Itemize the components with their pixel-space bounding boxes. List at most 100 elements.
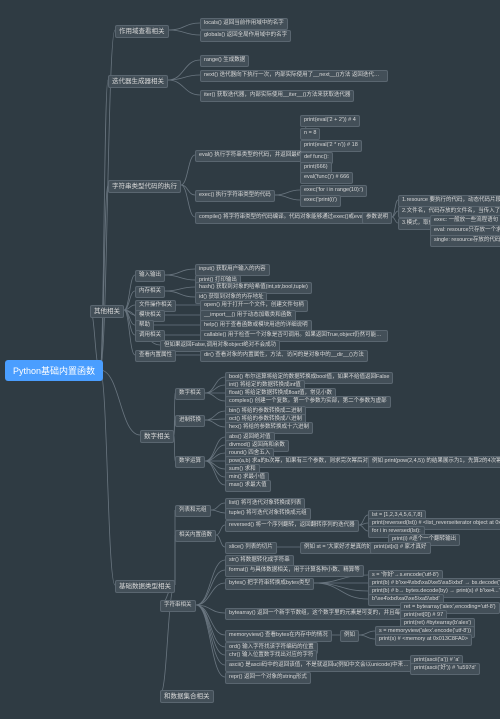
edge: [205, 461, 225, 485]
mindmap-node[interactable]: range() 生成数据: [200, 55, 249, 67]
edge: [205, 377, 225, 393]
edge: [205, 445, 225, 461]
mindmap-node[interactable]: reversed() 将一个序列翻转，返回翻转序列的迭代器: [225, 520, 359, 532]
mindmap-node[interactable]: slice() 列表的切片: [225, 542, 277, 554]
mindmap-node[interactable]: repr() 返回一个对象的string形式: [225, 672, 311, 684]
edge: [165, 269, 195, 275]
mindmap-node[interactable]: next() 迭代器向下执行一次，内部实际使用了__next__()方法 返回迭…: [200, 70, 388, 82]
mindmap-node[interactable]: 进制转换: [175, 415, 205, 427]
edge: [359, 523, 368, 525]
edge: [359, 635, 375, 639]
edge: [181, 185, 195, 217]
mindmap-node[interactable]: print(ascii('好')) # '\u597d': [410, 663, 480, 675]
edge: [216, 525, 225, 535]
mindmap-node[interactable]: print(eval('2 + 2')) # 4: [300, 115, 360, 127]
mindmap-node[interactable]: 基础数据类型相关: [115, 580, 175, 593]
mindmap-node[interactable]: compile() 将字符串类型的代码编译。代码对象能够通过exec()或eva…: [195, 212, 383, 224]
mindmap-node[interactable]: 例如 print(pow(2,4,5)) 的结果展示为1，先算2的4次幂16，再…: [368, 456, 500, 468]
mindmap-node[interactable]: max() 求最大值: [225, 480, 271, 492]
mindmap-node[interactable]: 内存相关: [135, 286, 165, 298]
edge: [196, 605, 225, 635]
mindmap-node[interactable]: 和数据集合相关: [160, 690, 214, 703]
edge: [196, 605, 225, 647]
edge: [196, 605, 225, 655]
edge: [124, 305, 135, 310]
edge: [100, 370, 140, 435]
edge: [205, 419, 225, 420]
mindmap-node[interactable]: 迭代器生成器相关: [108, 75, 168, 88]
edge: [205, 393, 225, 401]
mindmap-node[interactable]: print(s) # <memory at 0x013C8FA0>: [375, 634, 472, 646]
mindmap-node[interactable]: 参数说明: [362, 212, 392, 224]
mindmap-node[interactable]: memoryview() 查看bytes在内存中的情况: [225, 630, 332, 642]
mindmap-node[interactable]: eval() 执行字符串类型的代码，并返回最终结果: [195, 150, 317, 162]
edge: [314, 583, 368, 591]
edge: [196, 605, 225, 665]
mindmap-node[interactable]: 列表和元组: [175, 505, 211, 517]
mindmap-node[interactable]: bytearray() 返回一个新字节数组，这个数字里的元素是可变的，并且每个元…: [225, 608, 413, 620]
edge: [124, 310, 135, 355]
mindmap-node[interactable]: exec('print(i)'): [300, 195, 341, 207]
edge: [275, 195, 300, 200]
mindmap-node[interactable]: input() 获取用户输入的内容: [195, 264, 270, 276]
edge: [169, 23, 200, 30]
edge: [216, 535, 225, 547]
mindmap-node[interactable]: 数字相关: [140, 430, 174, 443]
edge: [205, 461, 225, 477]
edge: [196, 605, 225, 613]
mindmap-node[interactable]: 数字相关: [175, 388, 205, 400]
mindmap-node[interactable]: exec() 执行字符串类型的代码: [195, 190, 275, 202]
mindmap-node[interactable]: 其他相关: [90, 305, 124, 318]
edge: [196, 605, 225, 677]
edge: [181, 185, 195, 195]
mindmap-node[interactable]: iter() 获取迭代器，内部实际使用__iter__()方法来获取迭代器: [200, 90, 354, 102]
edge: [124, 310, 135, 335]
mindmap-node[interactable]: format() 与具体数据相关，用于计算各种小数、精算等: [225, 565, 364, 577]
mindmap-node[interactable]: print(eval('2 * n')) # 18: [300, 140, 362, 152]
edge: [359, 525, 368, 531]
edge: [196, 570, 225, 605]
edge: [359, 631, 375, 635]
edge: [100, 80, 108, 370]
edge: [100, 370, 115, 585]
mindmap-node[interactable]: 1.resource 要执行的代码，动态代码片段: [398, 195, 500, 207]
edge: [205, 453, 225, 461]
mindmap-node[interactable]: 输入输出: [135, 270, 165, 282]
edge: [124, 310, 135, 325]
edge: [169, 30, 200, 35]
edge: [181, 155, 195, 185]
mindmap-node[interactable]: locals() 返回当前作用域中的名字: [200, 18, 288, 30]
mindmap-node[interactable]: 查看内置属性: [135, 350, 176, 362]
edge: [196, 583, 225, 605]
mindmap-node[interactable]: bytes() 把字符串转换成bytes类型: [225, 578, 314, 590]
mindmap-node[interactable]: single: resource存放的代码有交互时，mode为single: [430, 235, 500, 247]
mindmap-node[interactable]: 字符串相关: [160, 600, 196, 612]
mindmap-node[interactable]: dir() 查看对象的内置属性，方法、访问的是对象中的__dir__()方法: [200, 350, 368, 362]
edge: [165, 275, 195, 280]
mindmap-node[interactable]: n = 8: [300, 128, 320, 140]
edge: [205, 385, 225, 393]
edge: [211, 503, 225, 510]
edge: [124, 310, 135, 315]
mindmap-node[interactable]: tuple() 将可迭代对象转换成元组: [225, 508, 311, 520]
edge: [359, 515, 368, 525]
edge: [165, 287, 195, 291]
mindmap-node[interactable]: 数学运算: [175, 456, 205, 468]
mindmap-node[interactable]: 相关内置函数: [175, 530, 216, 542]
mindmap-node[interactable]: ascii() 是ascii码中的返回该值，不是就返回u(例如中文会以unico…: [225, 660, 413, 672]
mindmap-node[interactable]: globals() 返回全局作用域中的名字: [200, 30, 291, 42]
edge: [124, 275, 135, 310]
edge: [314, 583, 368, 599]
edge: [168, 75, 200, 80]
root-node[interactable]: Python基础内置函数: [5, 360, 103, 381]
mindmap-node[interactable]: eval('func()') # 666: [300, 172, 353, 184]
edge: [205, 420, 225, 427]
mindmap-node[interactable]: 例如: [340, 630, 359, 642]
mindmap-node[interactable]: 作用域查看相关: [115, 25, 169, 38]
edge: [168, 60, 200, 80]
edge: [196, 560, 225, 605]
mindmap-node[interactable]: print(st[s]) # 家才真好: [370, 542, 431, 554]
edge: [205, 411, 225, 420]
mindmap-node[interactable]: 字符串类型代码的执行: [108, 180, 181, 193]
edge: [100, 185, 108, 370]
